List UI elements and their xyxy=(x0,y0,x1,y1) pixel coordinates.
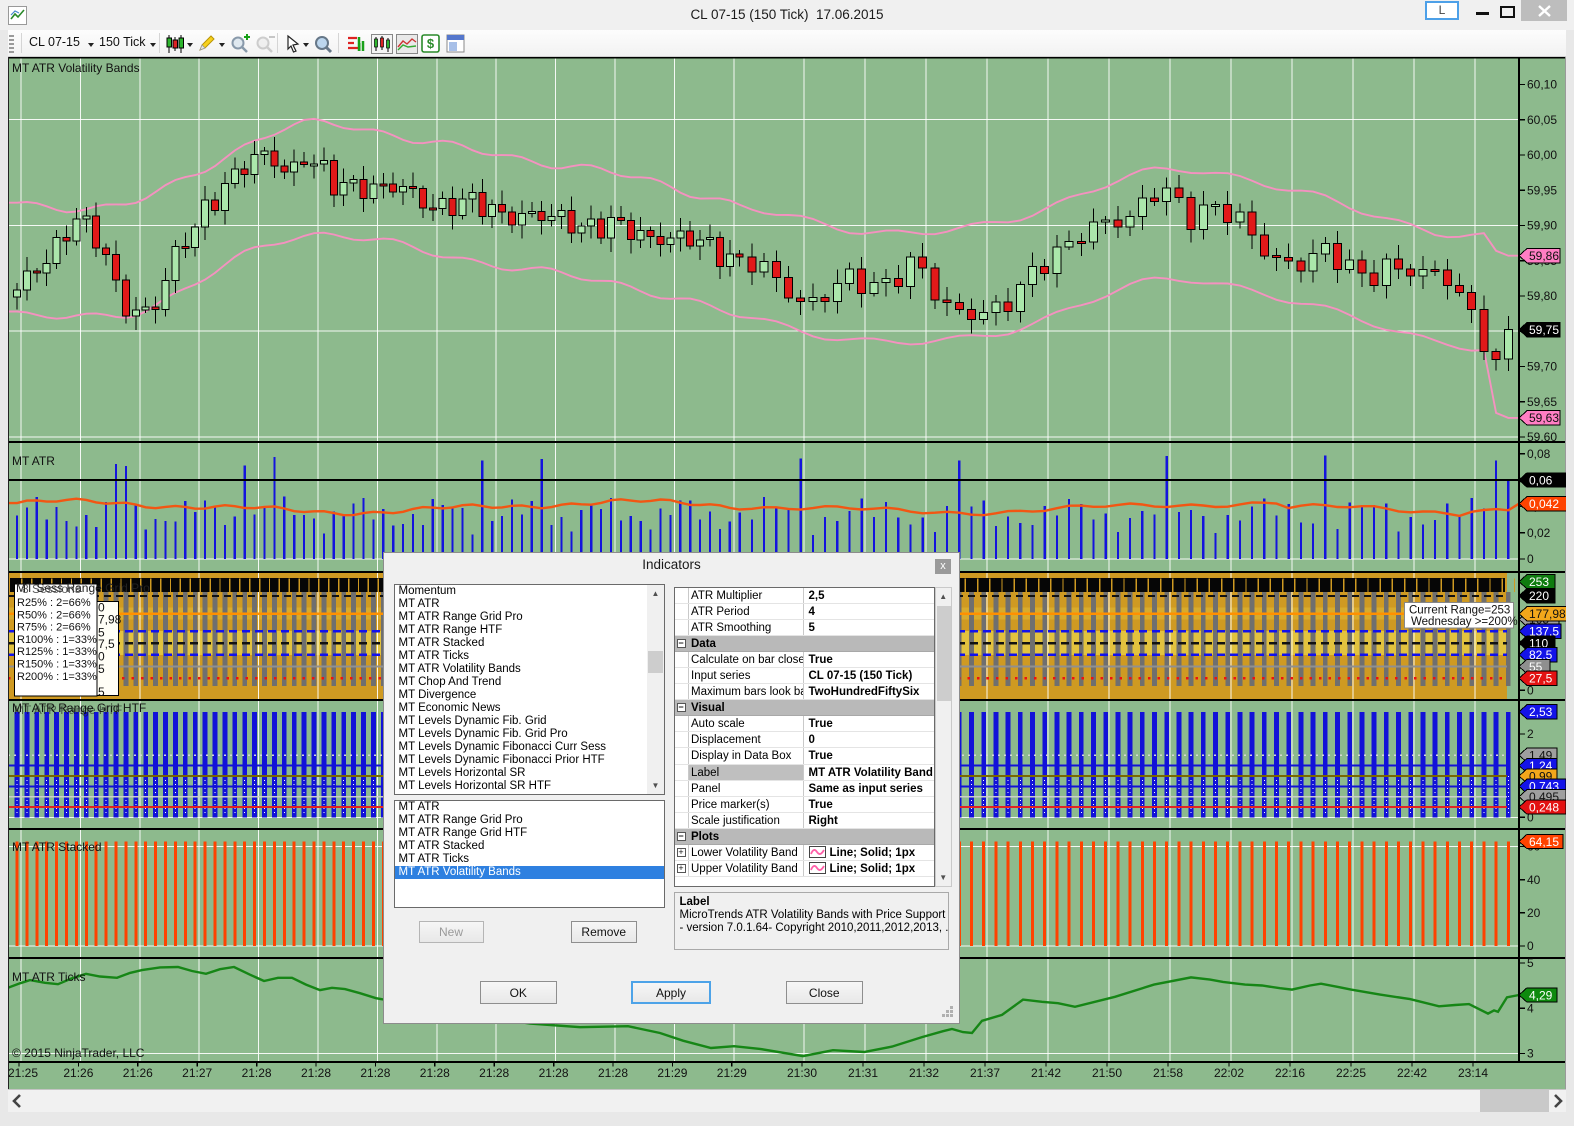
svg-text:5: 5 xyxy=(1527,956,1534,970)
svg-text:0,248: 0,248 xyxy=(1529,800,1559,814)
svg-text:0,06: 0,06 xyxy=(1529,473,1553,487)
svg-text:59,95: 59,95 xyxy=(1527,183,1557,197)
svg-text:MT ATR Ticks: MT ATR Ticks xyxy=(12,970,86,984)
svg-text:21:25: 21:25 xyxy=(8,1066,38,1080)
svg-text:40: 40 xyxy=(1527,873,1541,887)
svg-text:8 Sessions: 8 Sessions xyxy=(22,582,81,596)
svg-text:22:02: 22:02 xyxy=(1214,1066,1244,1080)
svg-text:2: 2 xyxy=(1527,727,1534,741)
svg-text:R75% : 2=66%: R75% : 2=66% xyxy=(17,622,91,634)
svg-text:21:28: 21:28 xyxy=(598,1066,628,1080)
svg-text:21:28: 21:28 xyxy=(420,1066,450,1080)
svg-text:© 2015 NinjaTrader, LLC: © 2015 NinjaTrader, LLC xyxy=(12,1046,145,1060)
svg-text:59,60: 59,60 xyxy=(1527,430,1557,444)
svg-text:23:14: 23:14 xyxy=(1458,1066,1488,1080)
svg-text:21:28: 21:28 xyxy=(539,1066,569,1080)
svg-text:R25% : 2=66%: R25% : 2=66% xyxy=(17,597,91,609)
svg-text:253: 253 xyxy=(1529,575,1549,589)
svg-text:59,65: 59,65 xyxy=(1527,395,1557,409)
svg-text:21:42: 21:42 xyxy=(1031,1066,1061,1080)
svg-text:59,90: 59,90 xyxy=(1527,219,1557,233)
svg-text:R50% : 2=66%: R50% : 2=66% xyxy=(17,609,91,621)
svg-text:MT ATR Range HTF: MT ATR Range HTF xyxy=(14,703,122,717)
svg-text:22:42: 22:42 xyxy=(1397,1066,1427,1080)
svg-text:21:27: 21:27 xyxy=(182,1066,212,1080)
svg-text:0,02: 0,02 xyxy=(1527,526,1551,540)
svg-text:22:25: 22:25 xyxy=(1336,1066,1366,1080)
svg-text:59,63: 59,63 xyxy=(1529,411,1559,425)
svg-text:R125% : 1=33%: R125% : 1=33% xyxy=(17,646,97,658)
svg-text:21:29: 21:29 xyxy=(717,1066,747,1080)
svg-text:21:28: 21:28 xyxy=(360,1066,390,1080)
svg-text:MT ATR: MT ATR xyxy=(12,454,55,468)
svg-text:59,75: 59,75 xyxy=(1529,323,1559,337)
svg-text:27,5: 27,5 xyxy=(1529,672,1553,686)
svg-text:7,98: 7,98 xyxy=(98,613,122,627)
svg-text:21:29: 21:29 xyxy=(657,1066,687,1080)
svg-text:MT ATR Stacked: MT ATR Stacked xyxy=(12,840,102,854)
svg-text:21:26: 21:26 xyxy=(123,1066,153,1080)
svg-text:4,29: 4,29 xyxy=(1529,988,1553,1002)
svg-text:20: 20 xyxy=(1527,906,1541,920)
svg-text:21:26: 21:26 xyxy=(63,1066,93,1080)
svg-text:0,042: 0,042 xyxy=(1529,497,1559,511)
svg-text:64,15: 64,15 xyxy=(1529,835,1559,849)
svg-text:21:28: 21:28 xyxy=(301,1066,331,1080)
svg-text:2,53: 2,53 xyxy=(1529,705,1553,719)
svg-text:21:31: 21:31 xyxy=(848,1066,878,1080)
svg-text:R200% : 1=33%: R200% : 1=33% xyxy=(17,671,97,683)
svg-text:21:28: 21:28 xyxy=(479,1066,509,1080)
svg-text:59,86: 59,86 xyxy=(1529,249,1559,263)
svg-text:Wednesday >=200%: Wednesday >=200% xyxy=(1411,616,1518,628)
svg-text:0: 0 xyxy=(1527,939,1534,953)
svg-text:Current Range=253: Current Range=253 xyxy=(1409,605,1510,617)
svg-text:4: 4 xyxy=(1527,1001,1534,1015)
svg-text:0,08: 0,08 xyxy=(1527,447,1551,461)
svg-text:MT ATR Volatility Bands: MT ATR Volatility Bands xyxy=(12,61,140,75)
svg-text:177,98: 177,98 xyxy=(1529,607,1566,621)
svg-text:5: 5 xyxy=(98,662,105,676)
svg-text:59,70: 59,70 xyxy=(1527,360,1557,374)
svg-text:R100% : 1=33%: R100% : 1=33% xyxy=(17,634,97,646)
svg-text:$: $ xyxy=(427,36,435,51)
svg-text:21:58: 21:58 xyxy=(1153,1066,1183,1080)
svg-text:21:50: 21:50 xyxy=(1092,1066,1122,1080)
svg-text:3: 3 xyxy=(1527,1047,1534,1061)
svg-text:220: 220 xyxy=(1529,589,1549,603)
svg-text:60,10: 60,10 xyxy=(1527,78,1557,92)
svg-text:0: 0 xyxy=(1527,552,1534,566)
svg-text:21:37: 21:37 xyxy=(970,1066,1000,1080)
svg-text:22:16: 22:16 xyxy=(1275,1066,1305,1080)
svg-text:21:30: 21:30 xyxy=(787,1066,817,1080)
svg-text:60,05: 60,05 xyxy=(1527,113,1557,127)
svg-text:21:32: 21:32 xyxy=(909,1066,939,1080)
svg-text:60,00: 60,00 xyxy=(1527,148,1557,162)
svg-text:21:28: 21:28 xyxy=(242,1066,272,1080)
svg-text:R150% : 1=33%: R150% : 1=33% xyxy=(17,659,97,671)
svg-text:5: 5 xyxy=(98,685,105,699)
svg-text:59,80: 59,80 xyxy=(1527,289,1557,303)
